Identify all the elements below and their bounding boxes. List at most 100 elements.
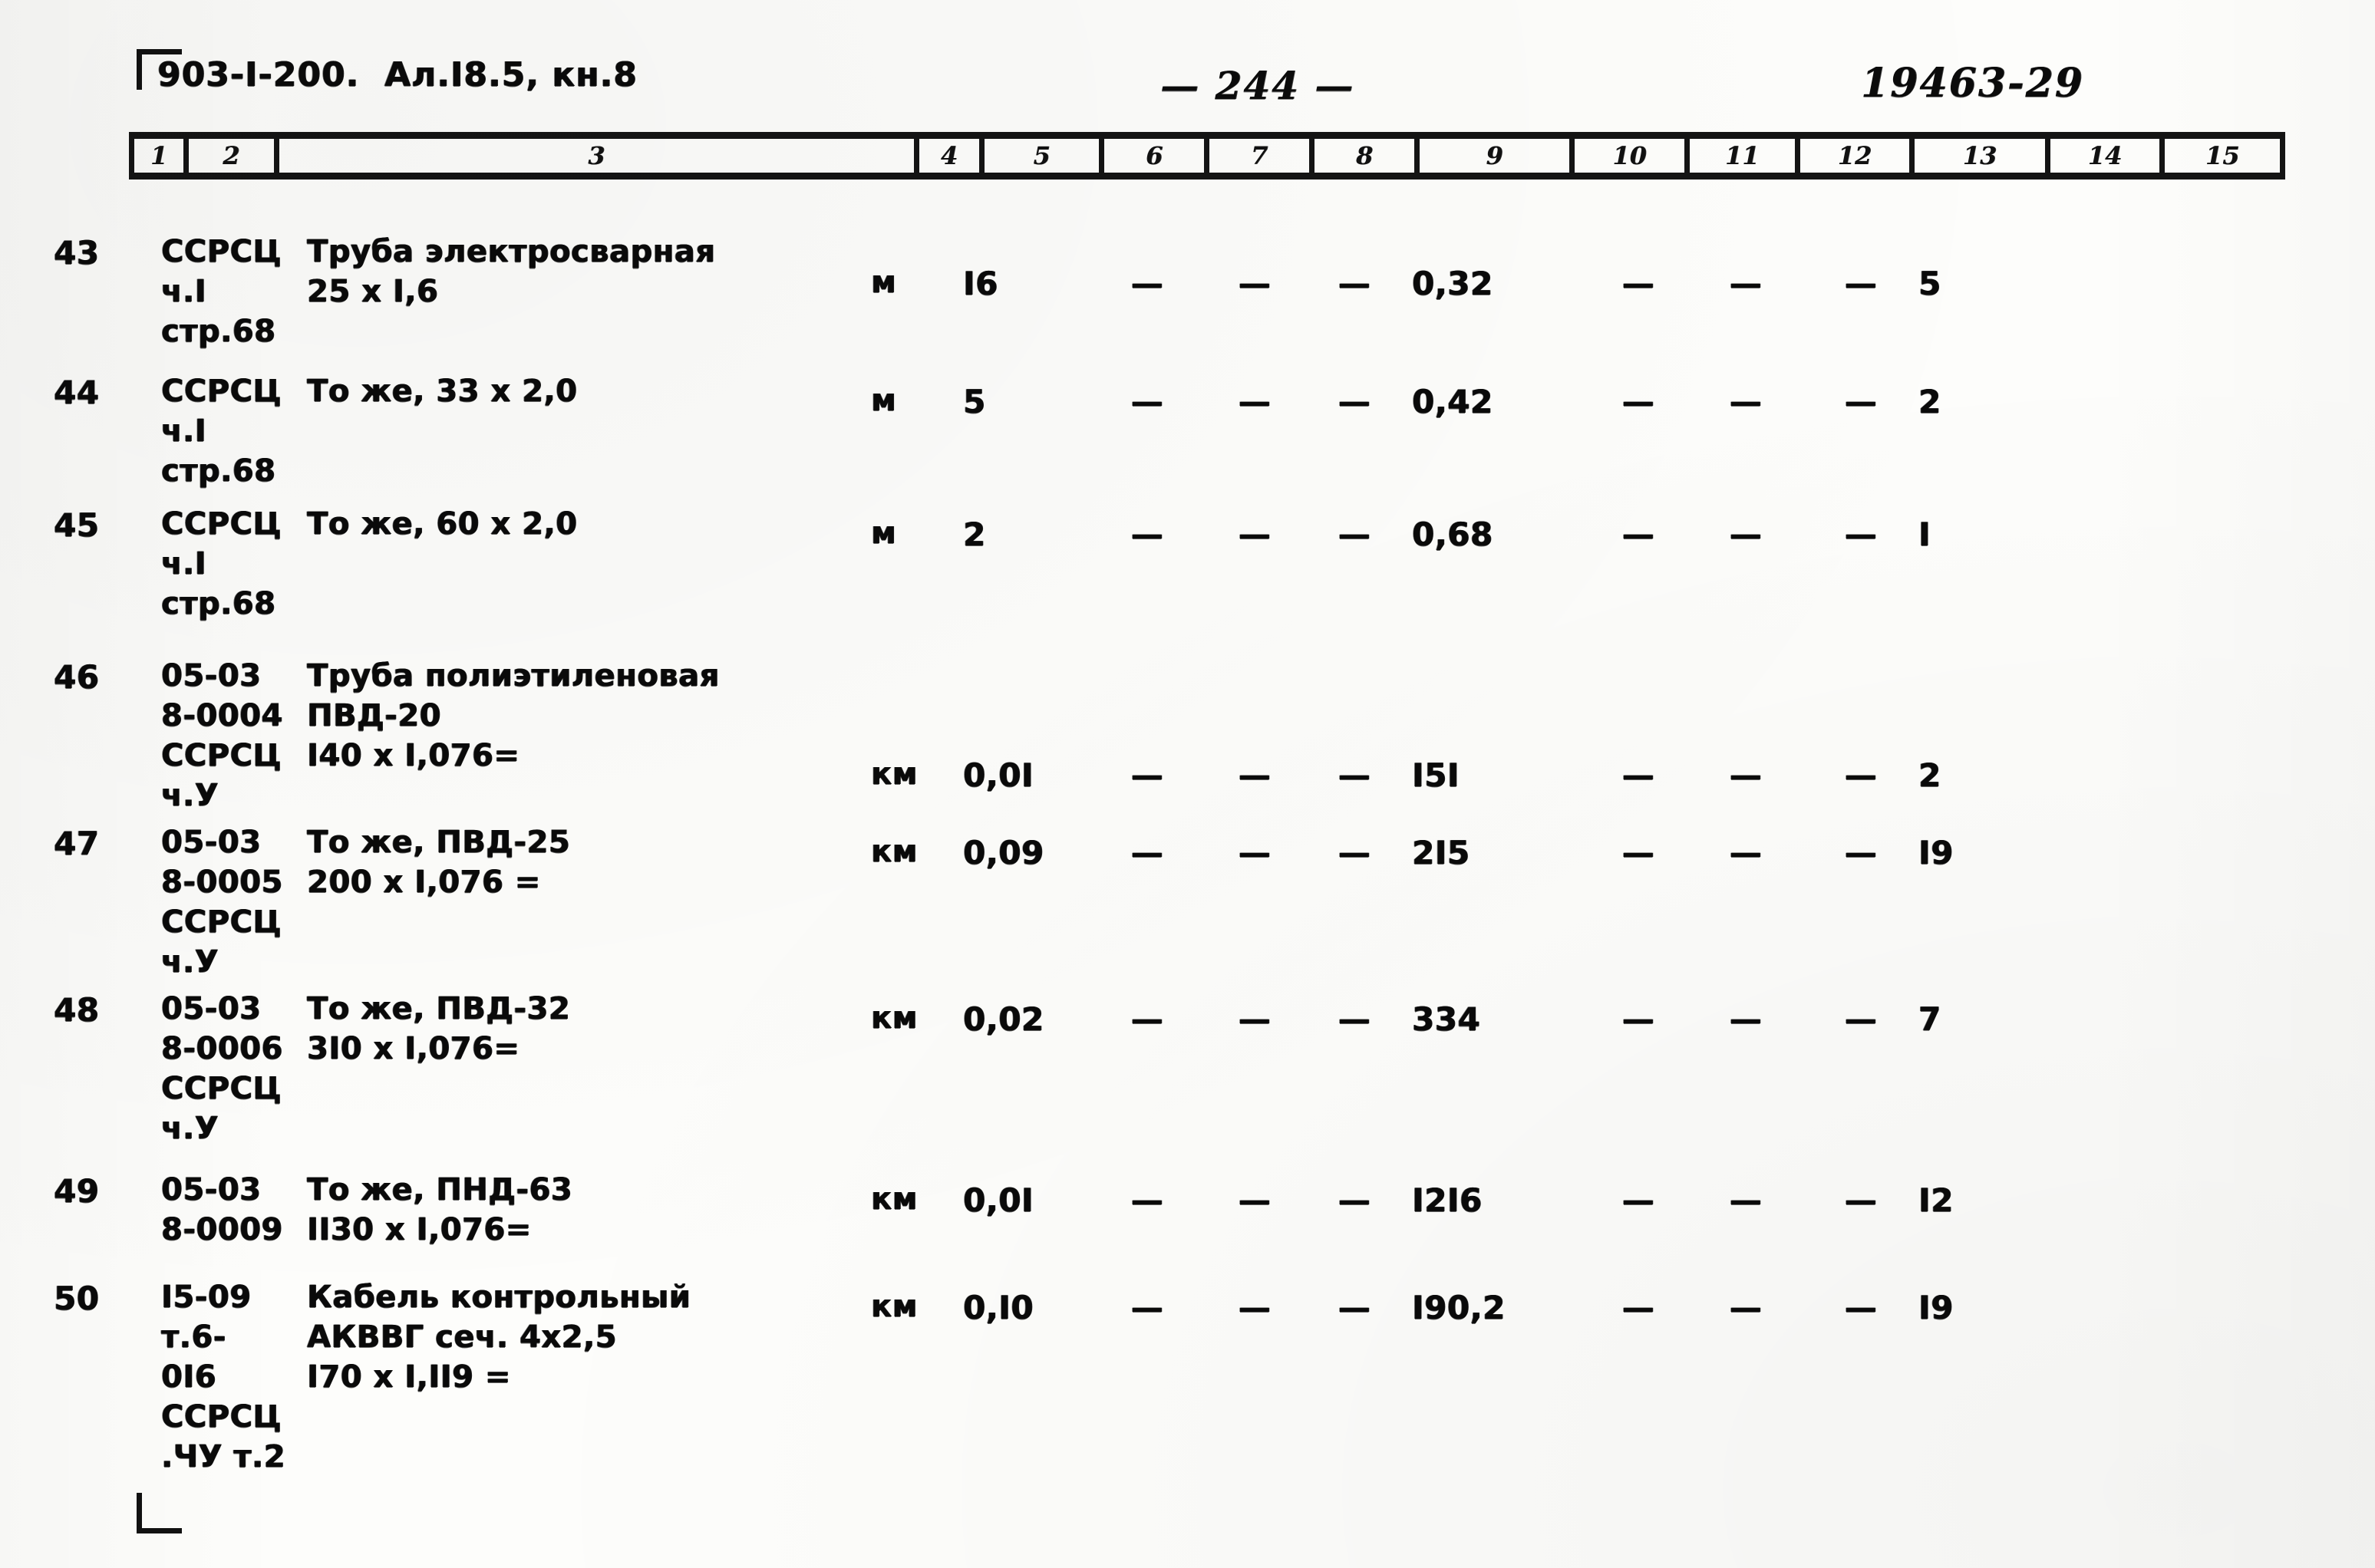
row-col7: —	[1238, 834, 1272, 871]
row-col12: —	[1844, 1181, 1878, 1219]
row-col10: —	[1621, 834, 1655, 871]
row-col13-value: I9	[1918, 834, 1954, 871]
row-col9-value: 0,32	[1412, 265, 1493, 302]
row-col13-value: 7	[1918, 1000, 1941, 1038]
row-col13-value: I9	[1918, 1289, 1954, 1326]
row-col12: —	[1844, 516, 1878, 553]
row-unit: км	[871, 1289, 918, 1324]
row-code-line: стр.68	[161, 453, 276, 489]
row-code-line: ССРСЦ	[161, 1071, 282, 1106]
row-code-line: 0I6	[161, 1359, 217, 1395]
row-col11: —	[1729, 265, 1763, 302]
row-code-line: ч.У	[161, 778, 219, 813]
row-name-line: То же, ПВД-32	[307, 991, 571, 1026]
row-col13-value: 2	[1918, 756, 1941, 794]
row-code-line: 8-0009	[161, 1212, 283, 1247]
row-col13-value: I	[1918, 516, 1931, 553]
row-col11: —	[1729, 1000, 1763, 1038]
row-name-line: I40 x I,076=	[307, 738, 520, 773]
row-col9-value: I5I	[1412, 756, 1460, 794]
row-col11: —	[1729, 1181, 1763, 1219]
row-number: 49	[54, 1172, 100, 1210]
row-col7: —	[1238, 1181, 1272, 1219]
row-name-line: 3I0 x I,076=	[307, 1031, 520, 1066]
row-unit: м	[871, 383, 897, 418]
row-col8: —	[1338, 383, 1371, 420]
table-row: 47 05-03 8-0005 ССРСЦ ч.У То же, ПВД-25 200 x …	[0, 825, 2375, 980]
row-col10: —	[1621, 383, 1655, 420]
row-col7: —	[1238, 1289, 1272, 1326]
scanned-page: 903-I-200. Ал.I8.5, кн.8 — 244 — 19463-2…	[0, 0, 2375, 1568]
row-name-line: Труба полиэтиленовая	[307, 658, 720, 693]
row-col12: —	[1844, 1000, 1878, 1038]
row-name-line: АКВВГ сеч. 4х2,5	[307, 1319, 617, 1355]
row-code-line: ССРСЦ	[161, 234, 282, 269]
row-col6: —	[1130, 265, 1164, 302]
row-col11: —	[1729, 516, 1763, 553]
row-col6: —	[1130, 1289, 1164, 1326]
row-code-line: 05-03	[161, 825, 262, 860]
row-col12: —	[1844, 756, 1878, 794]
row-col5-quantity: 0,I0	[963, 1289, 1034, 1326]
row-name-line: 200 x I,076 =	[307, 865, 541, 900]
row-code-line: ССРСЦ	[161, 374, 282, 409]
row-col8: —	[1338, 516, 1371, 553]
table-row: 48 05-03 8-0006 ССРСЦ ч.У То же, ПВД-32 3I0 x …	[0, 991, 2375, 1146]
row-col6: —	[1130, 834, 1164, 871]
row-code-line: ч.У	[161, 944, 219, 980]
row-col13-value: I2	[1918, 1181, 1954, 1219]
row-code-line: т.6-	[161, 1319, 226, 1355]
row-col12: —	[1844, 265, 1878, 302]
row-col12: —	[1844, 834, 1878, 871]
row-col6: —	[1130, 516, 1164, 553]
row-number: 47	[54, 825, 100, 862]
row-code-line: 8-0005	[161, 865, 283, 900]
row-col5-quantity: 0,0I	[963, 756, 1034, 794]
table-row: 44 ССРСЦ ч.I стр.68 То же, 33 x 2,0 м 5 — — — 0,42…	[0, 374, 2375, 527]
row-code-line: ССРСЦ	[161, 738, 282, 773]
row-col10: —	[1621, 756, 1655, 794]
row-code-line: ССРСЦ	[161, 1399, 282, 1435]
row-col11: —	[1729, 834, 1763, 871]
row-col5-quantity: 5	[963, 383, 986, 420]
row-col7: —	[1238, 265, 1272, 302]
row-name-line: Кабель контрольный	[307, 1280, 691, 1315]
row-col9-value: 0,68	[1412, 516, 1493, 553]
row-code-line: ч.I	[161, 274, 207, 309]
row-name-line: То же, 33 x 2,0	[307, 374, 578, 409]
row-unit: км	[871, 1181, 918, 1217]
row-col6: —	[1130, 756, 1164, 794]
row-col8: —	[1338, 265, 1371, 302]
row-name-line: I70 x I,II9 =	[307, 1359, 511, 1395]
row-col5-quantity: 2	[963, 516, 986, 553]
row-code-line: 05-03	[161, 991, 262, 1026]
row-col6: —	[1130, 1181, 1164, 1219]
row-unit: км	[871, 834, 918, 869]
row-code-line: ССРСЦ	[161, 904, 282, 940]
row-col7: —	[1238, 383, 1272, 420]
row-col8: —	[1338, 1181, 1371, 1219]
row-number: 48	[54, 991, 100, 1029]
row-col12: —	[1844, 383, 1878, 420]
row-code-line: ч.I	[161, 546, 207, 581]
row-unit: км	[871, 1000, 918, 1036]
row-col8: —	[1338, 834, 1371, 871]
table-row: 50 I5-09 т.6- 0I6 ССРСЦ .ЧУ т.2 Кабель контрол…	[0, 1280, 2375, 1474]
row-name-line: То же, 60 x 2,0	[307, 506, 578, 542]
row-name-line: То же, ПВД-25	[307, 825, 571, 860]
row-number: 50	[54, 1280, 100, 1317]
row-name-line: То же, ПНД-63	[307, 1172, 573, 1207]
row-unit: м	[871, 516, 897, 551]
row-col9-value: I90,2	[1412, 1289, 1506, 1326]
row-col11: —	[1729, 383, 1763, 420]
row-code-line: 8-0004	[161, 698, 283, 733]
row-col7: —	[1238, 516, 1272, 553]
row-col5-quantity: I6	[963, 265, 998, 302]
row-number: 43	[54, 234, 100, 272]
row-col8: —	[1338, 1000, 1371, 1038]
table-row: 45 ССРСЦ ч.I стр.68 То же, 60 x 2,0 м 2 — — — 0,68…	[0, 506, 2375, 660]
row-code-line: стр.68	[161, 586, 276, 621]
row-col8: —	[1338, 756, 1371, 794]
row-code-line: 05-03	[161, 1172, 262, 1207]
row-code-line: I5-09	[161, 1280, 252, 1315]
